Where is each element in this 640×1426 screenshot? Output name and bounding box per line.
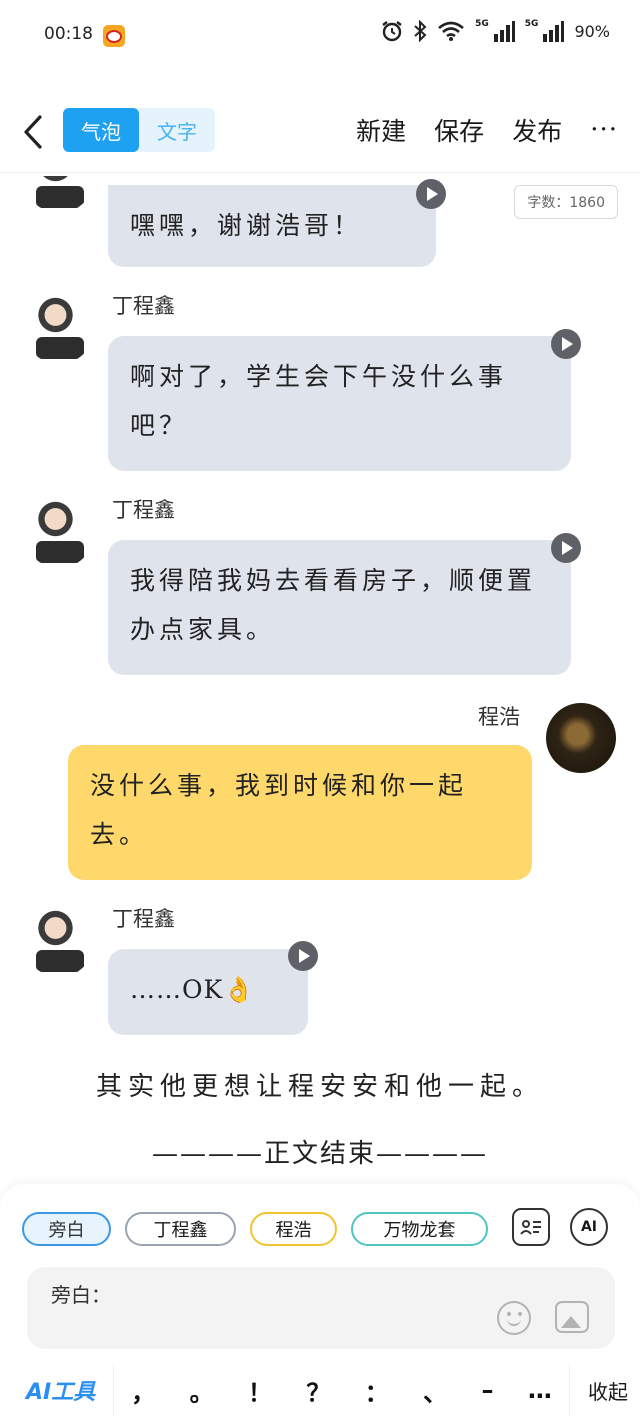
word-count-badge: 字数：1860 bbox=[514, 185, 618, 219]
chevron-left-icon bbox=[24, 115, 42, 149]
ai-assist-button[interactable]: AI bbox=[570, 1208, 608, 1246]
chip-ding-chengxin[interactable]: 丁程鑫 bbox=[125, 1212, 236, 1246]
wifi-icon bbox=[438, 21, 464, 41]
emoji-icon[interactable] bbox=[497, 1301, 531, 1335]
end-marker-line[interactable]: ————正文结束———— bbox=[0, 1133, 640, 1170]
message-input[interactable]: 旁白： bbox=[27, 1267, 615, 1349]
network-type-1: 5G bbox=[475, 19, 489, 29]
mode-toggle[interactable]: 气泡 文字 bbox=[63, 108, 215, 152]
punct-period[interactable]: 。 bbox=[190, 1373, 214, 1408]
sender-name: 丁程鑫 bbox=[112, 907, 175, 931]
punct-colon[interactable]: ： bbox=[365, 1373, 389, 1408]
chip-extras[interactable]: 万物龙套 bbox=[351, 1212, 488, 1246]
message-bubble[interactable]: 没什么事，我到时候和你一起去。 bbox=[68, 745, 532, 880]
toggle-bubble[interactable]: 气泡 bbox=[63, 108, 139, 152]
avatar[interactable] bbox=[24, 176, 94, 213]
play-voice-icon[interactable] bbox=[551, 533, 581, 563]
punct-question[interactable]: ？ bbox=[306, 1373, 330, 1408]
input-speaker-prefix: 旁白： bbox=[51, 1283, 111, 1307]
publish-button[interactable]: 发布 bbox=[512, 112, 562, 148]
contact-card-icon[interactable] bbox=[512, 1208, 550, 1246]
sender-name: 丁程鑫 bbox=[112, 294, 175, 318]
punct-dash[interactable]: – bbox=[481, 1376, 493, 1404]
punct-comma[interactable]: ， bbox=[131, 1373, 155, 1408]
chip-cheng-hao[interactable]: 程浩 bbox=[250, 1212, 337, 1246]
sender-name: 程浩 bbox=[478, 705, 520, 729]
status-bar: 00:18 5G 5G 90% bbox=[0, 0, 640, 72]
toggle-text[interactable]: 文字 bbox=[139, 108, 215, 152]
new-button[interactable]: 新建 bbox=[356, 112, 406, 148]
sender-name: 丁程鑫 bbox=[112, 498, 175, 522]
image-icon[interactable] bbox=[555, 1301, 589, 1333]
chat-area[interactable]: 字数：1860 嘿嘿，谢谢浩哥！ 丁程鑫 啊对了，学生会下午没什么事吧？ 丁程鑫… bbox=[0, 176, 640, 1184]
punct-exclaim[interactable]: ！ bbox=[248, 1373, 272, 1408]
status-time: 00:18 bbox=[44, 24, 93, 44]
role-chips: 旁白 丁程鑫 程浩 万物龙套 bbox=[22, 1212, 488, 1246]
save-button[interactable]: 保存 bbox=[434, 112, 484, 148]
bluetooth-icon bbox=[414, 20, 427, 42]
punct-ellipsis[interactable]: … bbox=[528, 1376, 552, 1404]
more-icon[interactable]: ··· bbox=[590, 115, 618, 145]
composer-panel: 旁白 丁程鑫 程浩 万物龙套 AI 旁白： AI工具 ， 。 ！ ？ ： 、 –… bbox=[0, 1184, 640, 1426]
punct-enum-comma[interactable]: 、 bbox=[423, 1373, 447, 1408]
punctuation-toolbar: AI工具 ， 。 ！ ？ ： 、 – … 收起 bbox=[0, 1364, 640, 1416]
avatar[interactable] bbox=[24, 294, 94, 364]
status-icons: 5G 5G 90% bbox=[381, 19, 610, 42]
weibo-app-icon bbox=[103, 25, 125, 47]
punctuation-keys: ， 。 ！ ？ ： 、 – … bbox=[113, 1364, 570, 1416]
back-button[interactable] bbox=[18, 112, 48, 152]
message-bubble[interactable]: ……OK👌 bbox=[108, 949, 308, 1035]
ai-tools-button[interactable]: AI工具 bbox=[26, 1374, 95, 1406]
message-bubble[interactable]: 嘿嘿，谢谢浩哥！ bbox=[108, 185, 436, 267]
alarm-icon bbox=[382, 21, 402, 42]
signal-icon-1 bbox=[493, 21, 515, 42]
message-bubble[interactable]: 我得陪我妈去看看房子，顺便置办点家具。 bbox=[108, 540, 571, 675]
play-voice-icon[interactable] bbox=[416, 179, 446, 209]
collapse-button[interactable]: 收起 bbox=[588, 1376, 628, 1405]
message-bubble[interactable]: 啊对了，学生会下午没什么事吧？ bbox=[108, 336, 571, 471]
play-voice-icon[interactable] bbox=[551, 329, 581, 359]
chip-narration[interactable]: 旁白 bbox=[22, 1212, 111, 1246]
signal-icon-2 bbox=[543, 21, 565, 42]
top-actions: 新建 保存 发布 ··· bbox=[356, 112, 618, 148]
avatar[interactable] bbox=[546, 703, 616, 773]
avatar[interactable] bbox=[24, 907, 94, 977]
narration-line[interactable]: 其实他更想让程安安和他一起。 bbox=[0, 1066, 640, 1103]
avatar[interactable] bbox=[24, 498, 94, 568]
play-voice-icon[interactable] bbox=[288, 941, 318, 971]
network-type-2: 5G bbox=[524, 19, 539, 29]
battery-level: 90% bbox=[574, 21, 610, 41]
